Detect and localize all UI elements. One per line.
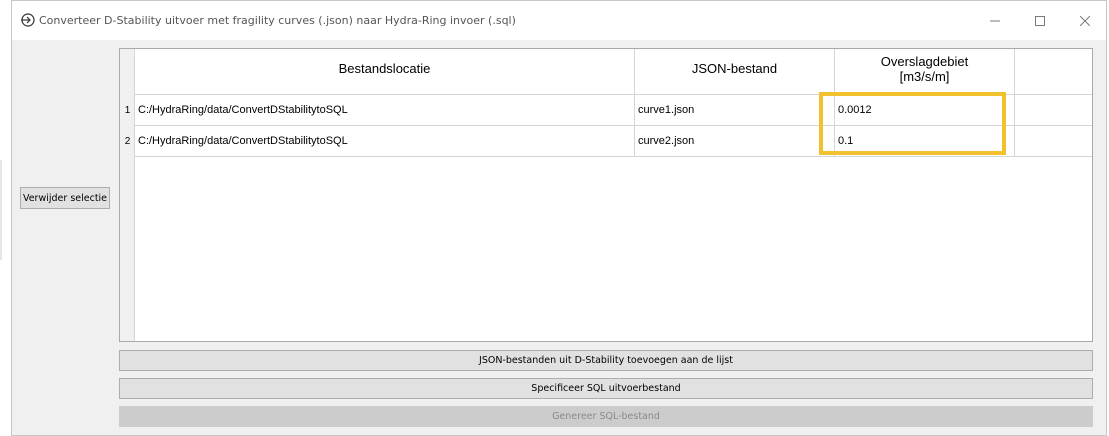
row-number[interactable]: 2 [120, 126, 135, 157]
empty-cell [1015, 95, 1092, 126]
discharge-cell[interactable]: 0.0012 [835, 95, 1015, 126]
window-title: Converteer D-Stability uitvoer met fragi… [39, 14, 516, 27]
minimize-icon [990, 20, 1000, 21]
converter-window: Converteer D-Stability uitvoer met fragi… [11, 0, 1107, 436]
json-file-cell[interactable]: curve1.json [635, 95, 835, 126]
table-row[interactable]: 1 C:/HydraRing/data/ConvertDStabilitytoS… [120, 95, 1092, 126]
discharge-cell[interactable]: 0.1 [835, 126, 1015, 157]
row-number[interactable]: 1 [120, 95, 135, 126]
close-icon [1080, 15, 1090, 26]
column-header-empty [1015, 49, 1092, 95]
arrow-circle-icon [21, 13, 35, 27]
column-header-discharge-unit: [m3/s/m] [899, 69, 950, 84]
background-window-edge [0, 160, 2, 260]
maximize-icon [1035, 15, 1045, 26]
generate-sql-button[interactable]: Genereer SQL-bestand [119, 406, 1093, 427]
curves-table[interactable]: Bestandslocatie JSON-bestand Overslagdeb… [119, 48, 1093, 342]
location-cell[interactable]: C:/HydraRing/data/ConvertDStabilitytoSQL [135, 95, 635, 126]
add-json-files-button[interactable]: JSON-bestanden uit D-Stability toevoegen… [119, 350, 1093, 371]
specify-sql-output-button[interactable]: Specificeer SQL uitvoerbestand [119, 378, 1093, 399]
column-header-json-file[interactable]: JSON-bestand [635, 49, 835, 95]
remove-selection-button[interactable]: Verwijder selectie [20, 187, 110, 209]
json-file-cell[interactable]: curve2.json [635, 126, 835, 157]
column-header-discharge-label: Overslagdebiet [880, 54, 969, 69]
maximize-button[interactable] [1017, 1, 1063, 40]
table-corner [120, 49, 135, 95]
location-cell[interactable]: C:/HydraRing/data/ConvertDStabilitytoSQL [135, 126, 635, 157]
column-header-discharge[interactable]: Overslagdebiet [m3/s/m] [835, 49, 1015, 95]
empty-cell [1015, 126, 1092, 157]
title-bar: Converteer D-Stability uitvoer met fragi… [12, 1, 1106, 40]
minimize-button[interactable] [972, 1, 1018, 40]
table-row[interactable]: 2 C:/HydraRing/data/ConvertDStabilitytoS… [120, 126, 1092, 157]
close-button[interactable] [1062, 1, 1108, 40]
column-header-location[interactable]: Bestandslocatie [135, 49, 635, 95]
